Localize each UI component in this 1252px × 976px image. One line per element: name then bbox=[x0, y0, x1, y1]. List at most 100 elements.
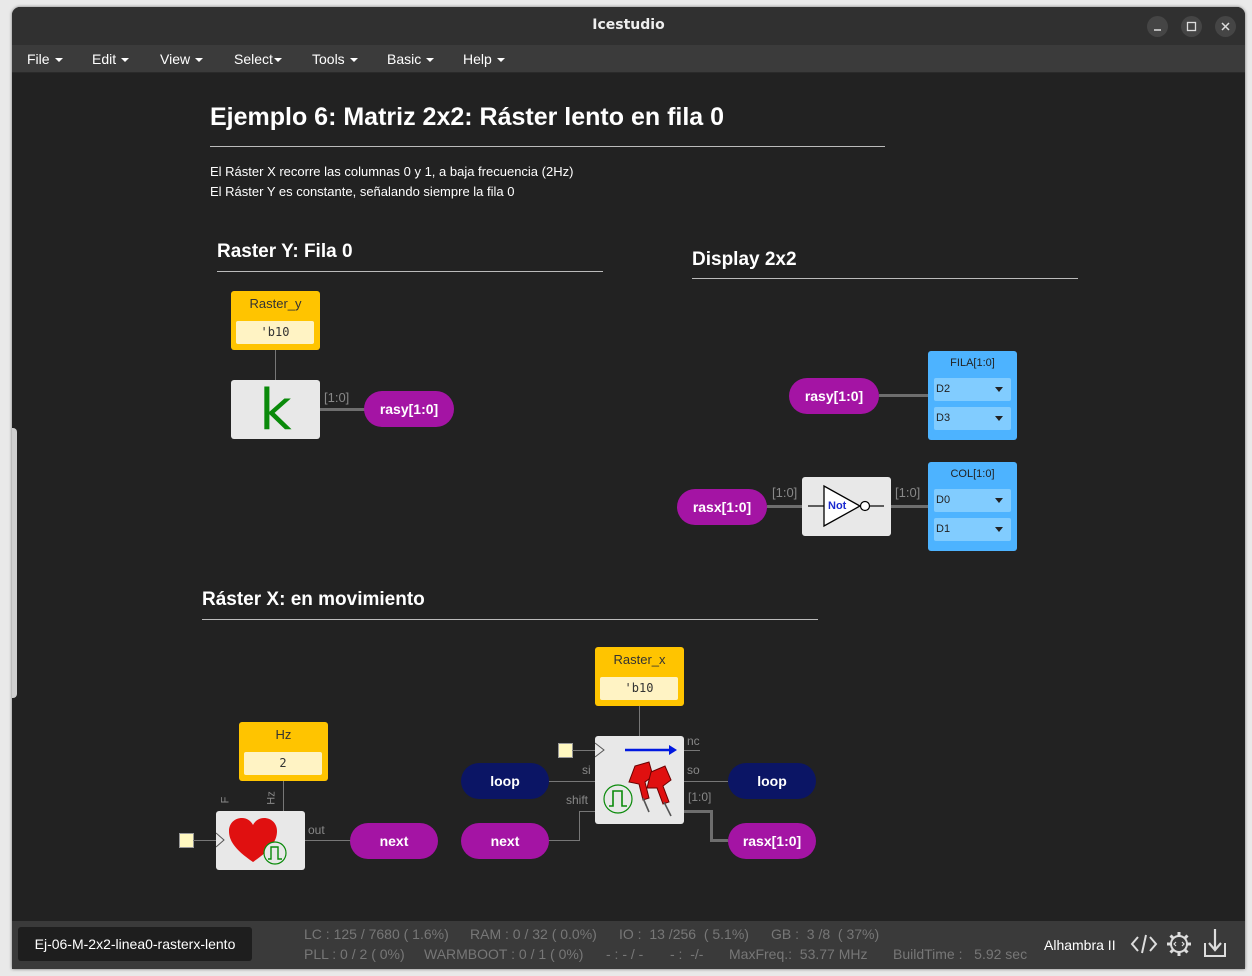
pin-select-d2[interactable]: D2 bbox=[934, 378, 1011, 401]
close-icon bbox=[1221, 22, 1230, 31]
maximize-button[interactable] bbox=[1181, 16, 1202, 37]
output-col[interactable]: COL[1:0] D0 D1 bbox=[928, 462, 1017, 551]
minimize-icon bbox=[1154, 29, 1161, 31]
wire bbox=[579, 811, 580, 841]
stat-gb: GB : 3 /8 ( 37%) bbox=[771, 926, 880, 942]
constant-k-block[interactable]: k bbox=[231, 378, 320, 443]
stat-warmboot: WARMBOOT : 0 / 1 ( 0%) bbox=[424, 946, 584, 962]
menu-view-label: View bbox=[160, 51, 191, 67]
constant-value-field[interactable]: 2 bbox=[244, 752, 322, 775]
label-next-out[interactable]: next bbox=[350, 823, 438, 859]
bus-wire bbox=[320, 408, 366, 411]
label-rasx-out[interactable]: rasx[1:0] bbox=[728, 823, 816, 859]
bus-wire bbox=[891, 505, 929, 508]
window-title: Icestudio bbox=[592, 17, 665, 33]
constant-raster-y[interactable]: Raster_y 'b10 bbox=[231, 291, 320, 350]
menu-edit[interactable]: Edit bbox=[92, 51, 130, 67]
menu-view[interactable]: View bbox=[160, 51, 204, 67]
chevron-down-icon bbox=[349, 58, 358, 63]
menu-select[interactable]: Select bbox=[234, 51, 282, 67]
chevron-down-icon bbox=[496, 58, 505, 63]
bus-label: [1:0] bbox=[324, 390, 350, 405]
design-canvas[interactable]: Ejemplo 6: Matriz 2x2: Ráster lento en f… bbox=[12, 73, 1245, 921]
not-gate-block[interactable]: Not bbox=[802, 477, 891, 536]
chevron-down-icon bbox=[195, 58, 204, 63]
stat-lc: LC : 125 / 7680 ( 1.6%) bbox=[304, 926, 449, 942]
shift-register-block[interactable] bbox=[594, 736, 684, 824]
wire bbox=[305, 840, 352, 841]
wire bbox=[684, 781, 728, 782]
section-title-display: Display 2x2 bbox=[692, 249, 797, 270]
menu-help[interactable]: Help bbox=[463, 51, 505, 67]
maximize-icon bbox=[1186, 21, 1197, 32]
wire bbox=[193, 840, 216, 841]
chevron-down-icon bbox=[995, 527, 1003, 532]
chevron-down-icon bbox=[273, 58, 282, 63]
minimize-button[interactable] bbox=[1147, 16, 1168, 37]
k-glyph: k bbox=[259, 378, 292, 443]
menu-file[interactable]: File bbox=[27, 51, 63, 67]
menu-edit-label: Edit bbox=[92, 51, 117, 67]
pin-select-d0[interactable]: D0 bbox=[934, 489, 1011, 512]
description-line-2: El Ráster Y es constante, señalando siem… bbox=[210, 184, 515, 199]
bus-wire bbox=[710, 839, 728, 842]
chevron-down-icon bbox=[995, 387, 1003, 392]
menu-select-label: Select bbox=[234, 51, 273, 67]
pin-select-d1[interactable]: D1 bbox=[934, 518, 1011, 541]
stat-dash-1: - : - / - bbox=[606, 946, 644, 962]
menu-basic[interactable]: Basic bbox=[387, 51, 435, 67]
chevron-down-icon bbox=[995, 498, 1003, 503]
section-title-raster-x: Ráster X: en movimiento bbox=[202, 589, 425, 610]
pin-label: D0 bbox=[936, 494, 951, 506]
output-name: COL[1:0] bbox=[950, 468, 995, 480]
pin-label-out: out bbox=[308, 823, 325, 837]
close-button[interactable] bbox=[1215, 16, 1236, 37]
verify-code-icon[interactable] bbox=[1130, 931, 1158, 957]
wire bbox=[684, 750, 700, 751]
menu-bar: File Edit View Select Tools Basic Help bbox=[12, 45, 1245, 73]
pin-select-d3[interactable]: D3 bbox=[934, 407, 1011, 430]
section-rule-raster-y bbox=[217, 271, 603, 272]
board-selector[interactable]: Alhambra II bbox=[1044, 937, 1116, 953]
constant-raster-x[interactable]: Raster_x 'b10 bbox=[595, 647, 684, 706]
left-panel-handle[interactable] bbox=[12, 428, 17, 698]
pin-label: D3 bbox=[936, 412, 951, 424]
label-loop-out[interactable]: loop bbox=[728, 763, 816, 799]
bus-label: [1:0] bbox=[895, 485, 921, 500]
label-rasy-in[interactable]: rasy[1:0] bbox=[789, 378, 879, 414]
stat-pll: PLL : 0 / 2 ( 0%) bbox=[304, 946, 405, 962]
heartbeat-block[interactable] bbox=[215, 811, 305, 870]
label-rasy-out[interactable]: rasy[1:0] bbox=[364, 391, 454, 427]
wire bbox=[579, 811, 595, 812]
output-fila[interactable]: FILA[1:0] D2 D3 bbox=[928, 351, 1017, 440]
bus-label: [1:0] bbox=[772, 485, 798, 500]
constant-value-field[interactable]: 'b10 bbox=[600, 677, 678, 700]
pin-label-so: so bbox=[687, 763, 700, 777]
label-loop-in[interactable]: loop bbox=[461, 763, 549, 799]
chevron-down-icon bbox=[54, 58, 63, 63]
upload-icon[interactable] bbox=[1202, 927, 1228, 959]
page-title: Ejemplo 6: Matriz 2x2: Ráster lento en f… bbox=[210, 103, 725, 131]
bus-wire bbox=[879, 394, 929, 397]
constant-value-field[interactable]: 'b10 bbox=[236, 321, 314, 344]
stat-buildtime: BuildTime : 5.92 sec bbox=[893, 946, 1028, 962]
clock-input-port[interactable] bbox=[179, 833, 194, 848]
menu-file-label: File bbox=[27, 51, 50, 67]
label-next-in[interactable]: next bbox=[461, 823, 549, 859]
pin-label-shift: shift bbox=[566, 793, 589, 807]
not-gate-icon bbox=[808, 484, 884, 528]
app-window: Icestudio File Edit View Select Tools Ba… bbox=[12, 7, 1245, 969]
pin-label-f: F bbox=[219, 796, 232, 804]
menu-tools[interactable]: Tools bbox=[312, 51, 358, 67]
constant-name: Raster_x bbox=[613, 652, 666, 667]
build-gear-icon[interactable] bbox=[1166, 931, 1192, 957]
description-line-1: El Ráster X recorre las columnas 0 y 1, … bbox=[210, 164, 574, 179]
pin-label-nc: nc bbox=[687, 734, 700, 748]
stat-io: IO : 13 /256 ( 5.1%) bbox=[619, 926, 749, 942]
wire bbox=[639, 706, 640, 736]
stat-dash-2: - : -/- bbox=[670, 946, 704, 962]
label-rasx-in[interactable]: rasx[1:0] bbox=[677, 489, 767, 525]
clock-input-port[interactable] bbox=[558, 743, 573, 758]
wire bbox=[275, 350, 276, 380]
constant-hz[interactable]: Hz 2 bbox=[239, 722, 328, 781]
